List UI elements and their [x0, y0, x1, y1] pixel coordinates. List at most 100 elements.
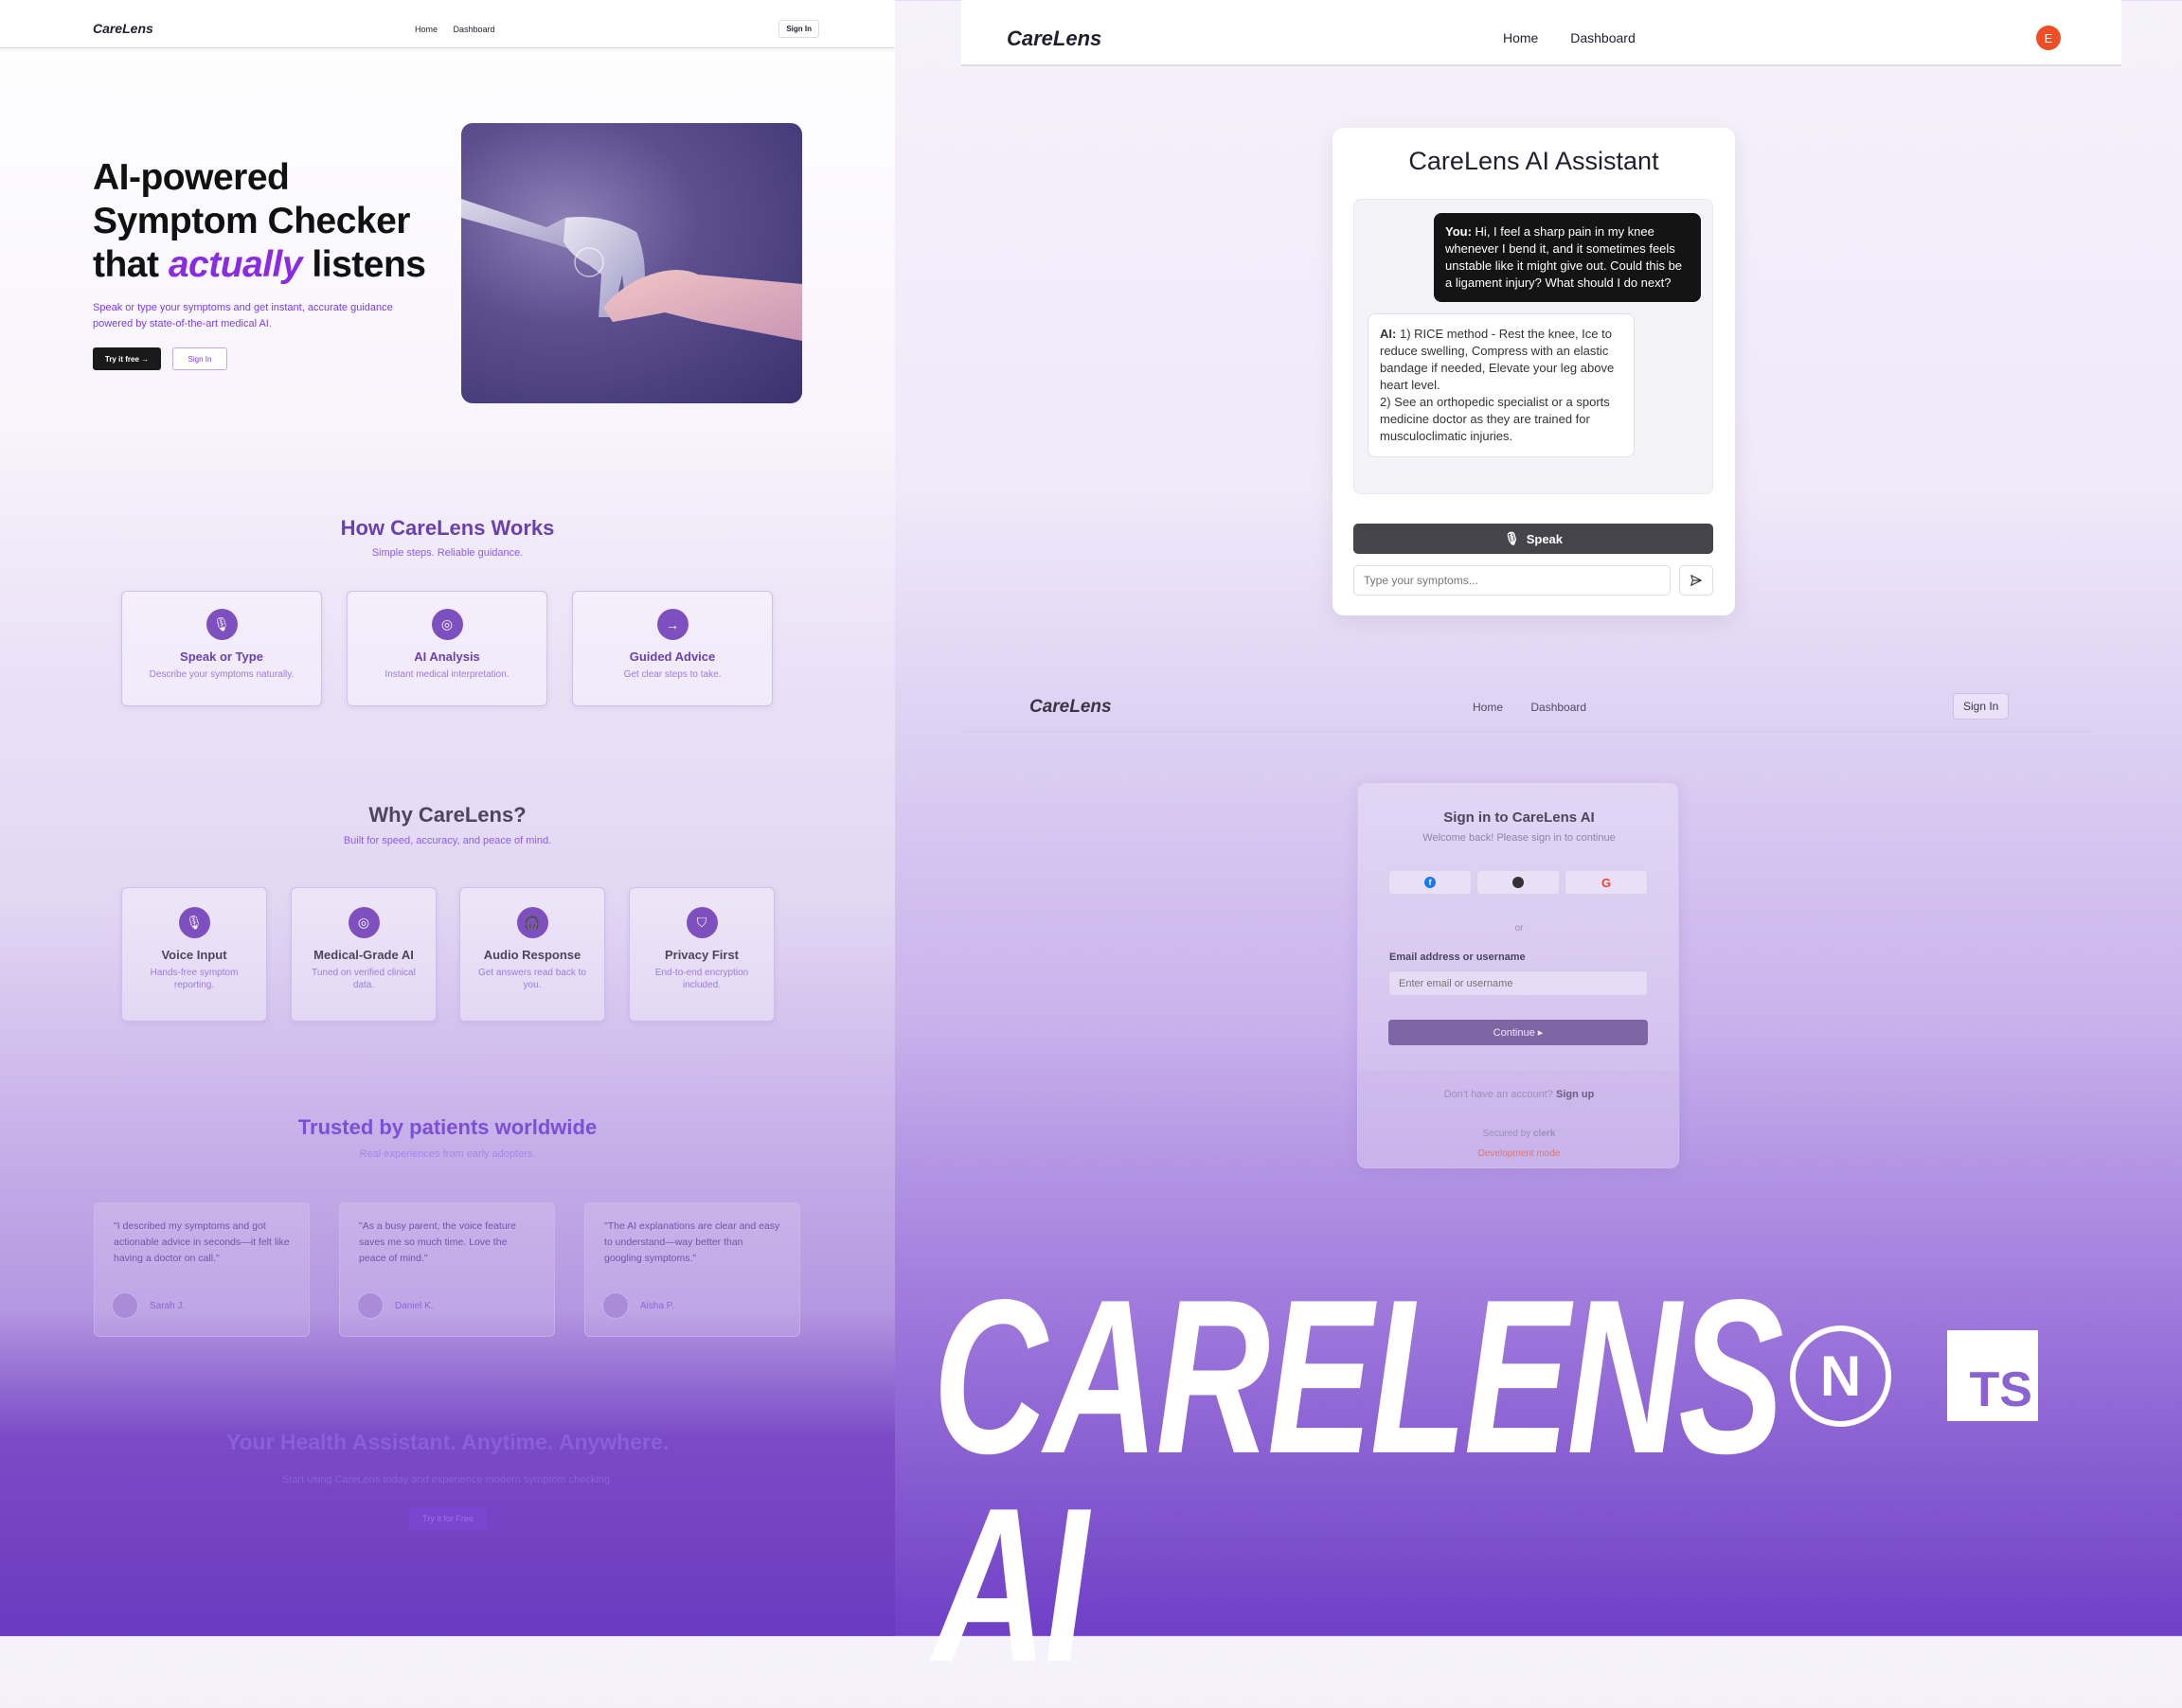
nav-link-dashboard[interactable]: Dashboard: [454, 25, 495, 34]
google-icon: G: [1601, 875, 1612, 890]
cta-title: Your Health Assistant. Anytime. Anywhere…: [225, 1430, 670, 1454]
nav-link-dashboard[interactable]: Dashboard: [1570, 30, 1636, 45]
github-button[interactable]: [1476, 870, 1560, 895]
how-section-subtitle: Simple steps. Reliable guidance.: [371, 547, 524, 559]
headphones-icon: 🎧: [516, 907, 548, 938]
testimonial-quote: "As a busy parent, the voice feature sav…: [359, 1220, 516, 1264]
hero-subtitle: Speak or type your symptoms and get inst…: [93, 302, 393, 329]
how-card-speak: 🎙 Speak or Type Describe your symptoms n…: [121, 591, 322, 706]
chat-logo[interactable]: CareLens: [1007, 27, 1101, 51]
github-icon: [1512, 877, 1524, 888]
why-card-audio: 🎧 Audio Response Get answers read back t…: [459, 887, 605, 1022]
typescript-letters: TS: [1969, 1362, 2032, 1417]
why-card-ai: ◎ Medical-Grade AI Tuned on verified cli…: [291, 887, 437, 1022]
caret-right-icon: ▸: [1537, 1027, 1544, 1039]
why-card-privacy: ⛉ Privacy First End-to-end encryption in…: [629, 887, 775, 1022]
arrow-right-icon: →: [656, 609, 689, 640]
how-card-desc: Describe your symptoms naturally.: [149, 669, 295, 680]
why-card-title: Voice Input: [161, 948, 227, 962]
testimonial-card: "As a busy parent, the voice feature sav…: [339, 1202, 555, 1337]
speak-label: Speak: [1526, 531, 1564, 546]
hero-title-line3: that actually listens: [93, 243, 426, 287]
email-label: Email address or username: [1389, 952, 1526, 963]
continue-button[interactable]: Continue ▸: [1388, 1020, 1648, 1045]
testimonial-author-name: Aisha P.: [640, 1300, 674, 1311]
chat-messages: You: Hi, I feel a sharp pain in my knee …: [1353, 199, 1713, 494]
clerk-logo: clerk: [1533, 1129, 1556, 1139]
avatar: [602, 1292, 629, 1319]
why-card-title: Privacy First: [664, 948, 740, 962]
nav-signin-button[interactable]: Sign In: [1953, 693, 2010, 720]
user-prefix: You:: [1445, 224, 1472, 239]
testimonial-author: Sarah J.: [112, 1292, 185, 1319]
chat-card: CareLens AI Assistant You: Hi, I feel a …: [1332, 128, 1735, 615]
testimonial-author: Aisha P.: [602, 1292, 674, 1319]
symptom-input[interactable]: [1353, 565, 1671, 596]
signin-logo[interactable]: CareLens: [1029, 697, 1112, 718]
dev-mode-text: Development mode: [1477, 1148, 1561, 1159]
hero-title-post: listens: [302, 244, 426, 285]
email-field[interactable]: [1388, 970, 1648, 996]
why-card-desc: End-to-end encryption included.: [654, 968, 749, 990]
testimonial-author-name: Daniel K.: [395, 1300, 434, 1311]
try-free-button[interactable]: Try it free →: [93, 347, 161, 370]
brain-icon: ◎: [348, 907, 380, 938]
cta-try-button[interactable]: Try it for Free: [409, 1507, 487, 1530]
continue-label: Continue: [1493, 1026, 1535, 1039]
facebook-icon: f: [1424, 877, 1436, 888]
user-message: You: Hi, I feel a sharp pain in my knee …: [1434, 213, 1701, 302]
arrow-right-icon: →: [141, 354, 150, 364]
shield-icon: ⛉: [686, 907, 718, 938]
mic-icon: 🎙: [206, 609, 238, 640]
hero-title-line1: AI-powered: [93, 157, 290, 198]
signup-link[interactable]: Sign up: [1556, 1089, 1594, 1100]
how-card-title: AI Analysis: [414, 649, 480, 664]
landing-page: CareLens Home Dashboard Sign In AI-power…: [0, 0, 895, 1636]
google-button[interactable]: G: [1565, 870, 1648, 895]
signin-subtitle: Welcome back! Please sign in to continue: [1422, 832, 1616, 844]
testimonial-card: "I described my symptoms and got actiona…: [94, 1202, 310, 1337]
hero-title: AI-powered Symptom Checker that actually…: [93, 156, 426, 287]
nav-signin-button[interactable]: Sign In: [778, 20, 819, 38]
user-avatar[interactable]: E: [2036, 26, 2061, 50]
how-card-title: Speak or Type: [180, 649, 263, 664]
why-section-subtitle: Built for speed, accuracy, and peace of …: [343, 835, 552, 846]
facebook-button[interactable]: f: [1388, 870, 1472, 895]
testimonial-quote: "I described my symptoms and got actiona…: [114, 1220, 290, 1264]
user-message-text: Hi, I feel a sharp pain in my knee whene…: [1445, 224, 1683, 290]
why-section-title: Why CareLens?: [368, 803, 527, 827]
avatar: [112, 1292, 138, 1319]
why-card-title: Medical-Grade AI: [313, 948, 414, 962]
signin-nav-links: Home Dashboard: [1473, 701, 1611, 714]
testimonial-card: "The AI explanations are clear and easy …: [584, 1202, 800, 1337]
try-free-label: Try it free: [104, 354, 139, 364]
nav-link-dashboard[interactable]: Dashboard: [1530, 701, 1586, 714]
hero-title-line2: Symptom Checker: [93, 201, 410, 241]
how-card-analysis: ◎ AI Analysis Instant medical interpreta…: [347, 591, 547, 706]
hero-signin-button[interactable]: Sign In: [172, 347, 227, 370]
testimonial-author: Daniel K.: [357, 1292, 434, 1319]
signin-navbar: CareLens Home Dashboard Sign In: [961, 684, 2093, 733]
no-account-label: Don't have an account?: [1443, 1089, 1553, 1100]
speak-button[interactable]: 🎙 Speak: [1353, 524, 1713, 554]
landing-logo[interactable]: CareLens: [93, 21, 153, 36]
how-card-title: Guided Advice: [629, 649, 716, 664]
chat-navbar: CareLens Home Dashboard E: [961, 0, 2121, 66]
hero-title-pre: that: [93, 244, 169, 285]
nextjs-logo-icon: N: [1790, 1325, 1891, 1427]
secured-by: Secured by clerk: [1358, 1129, 1680, 1139]
why-card-desc: Hands-free symptom reporting.: [150, 968, 239, 990]
send-button[interactable]: [1679, 565, 1713, 596]
landing-navbar: CareLens Home Dashboard Sign In: [0, 0, 895, 48]
cta-subtitle: Start using CareLens today and experienc…: [281, 1474, 614, 1486]
testimonial-author-name: Sarah J.: [150, 1300, 186, 1311]
nav-link-home[interactable]: Home: [415, 25, 438, 34]
nav-link-home[interactable]: Home: [1473, 701, 1503, 714]
nav-link-home[interactable]: Home: [1503, 30, 1538, 45]
brand-wordmark: CARELENS AI: [933, 1254, 1784, 1708]
ai-prefix: AI:: [1380, 327, 1397, 341]
landing-nav-links: Home Dashboard: [415, 25, 509, 34]
ai-message: AI: 1) RICE method - Rest the knee, Ice …: [1368, 313, 1635, 457]
or-divider: or: [1514, 923, 1524, 934]
testimonial-quote: "The AI explanations are clear and easy …: [604, 1220, 780, 1264]
